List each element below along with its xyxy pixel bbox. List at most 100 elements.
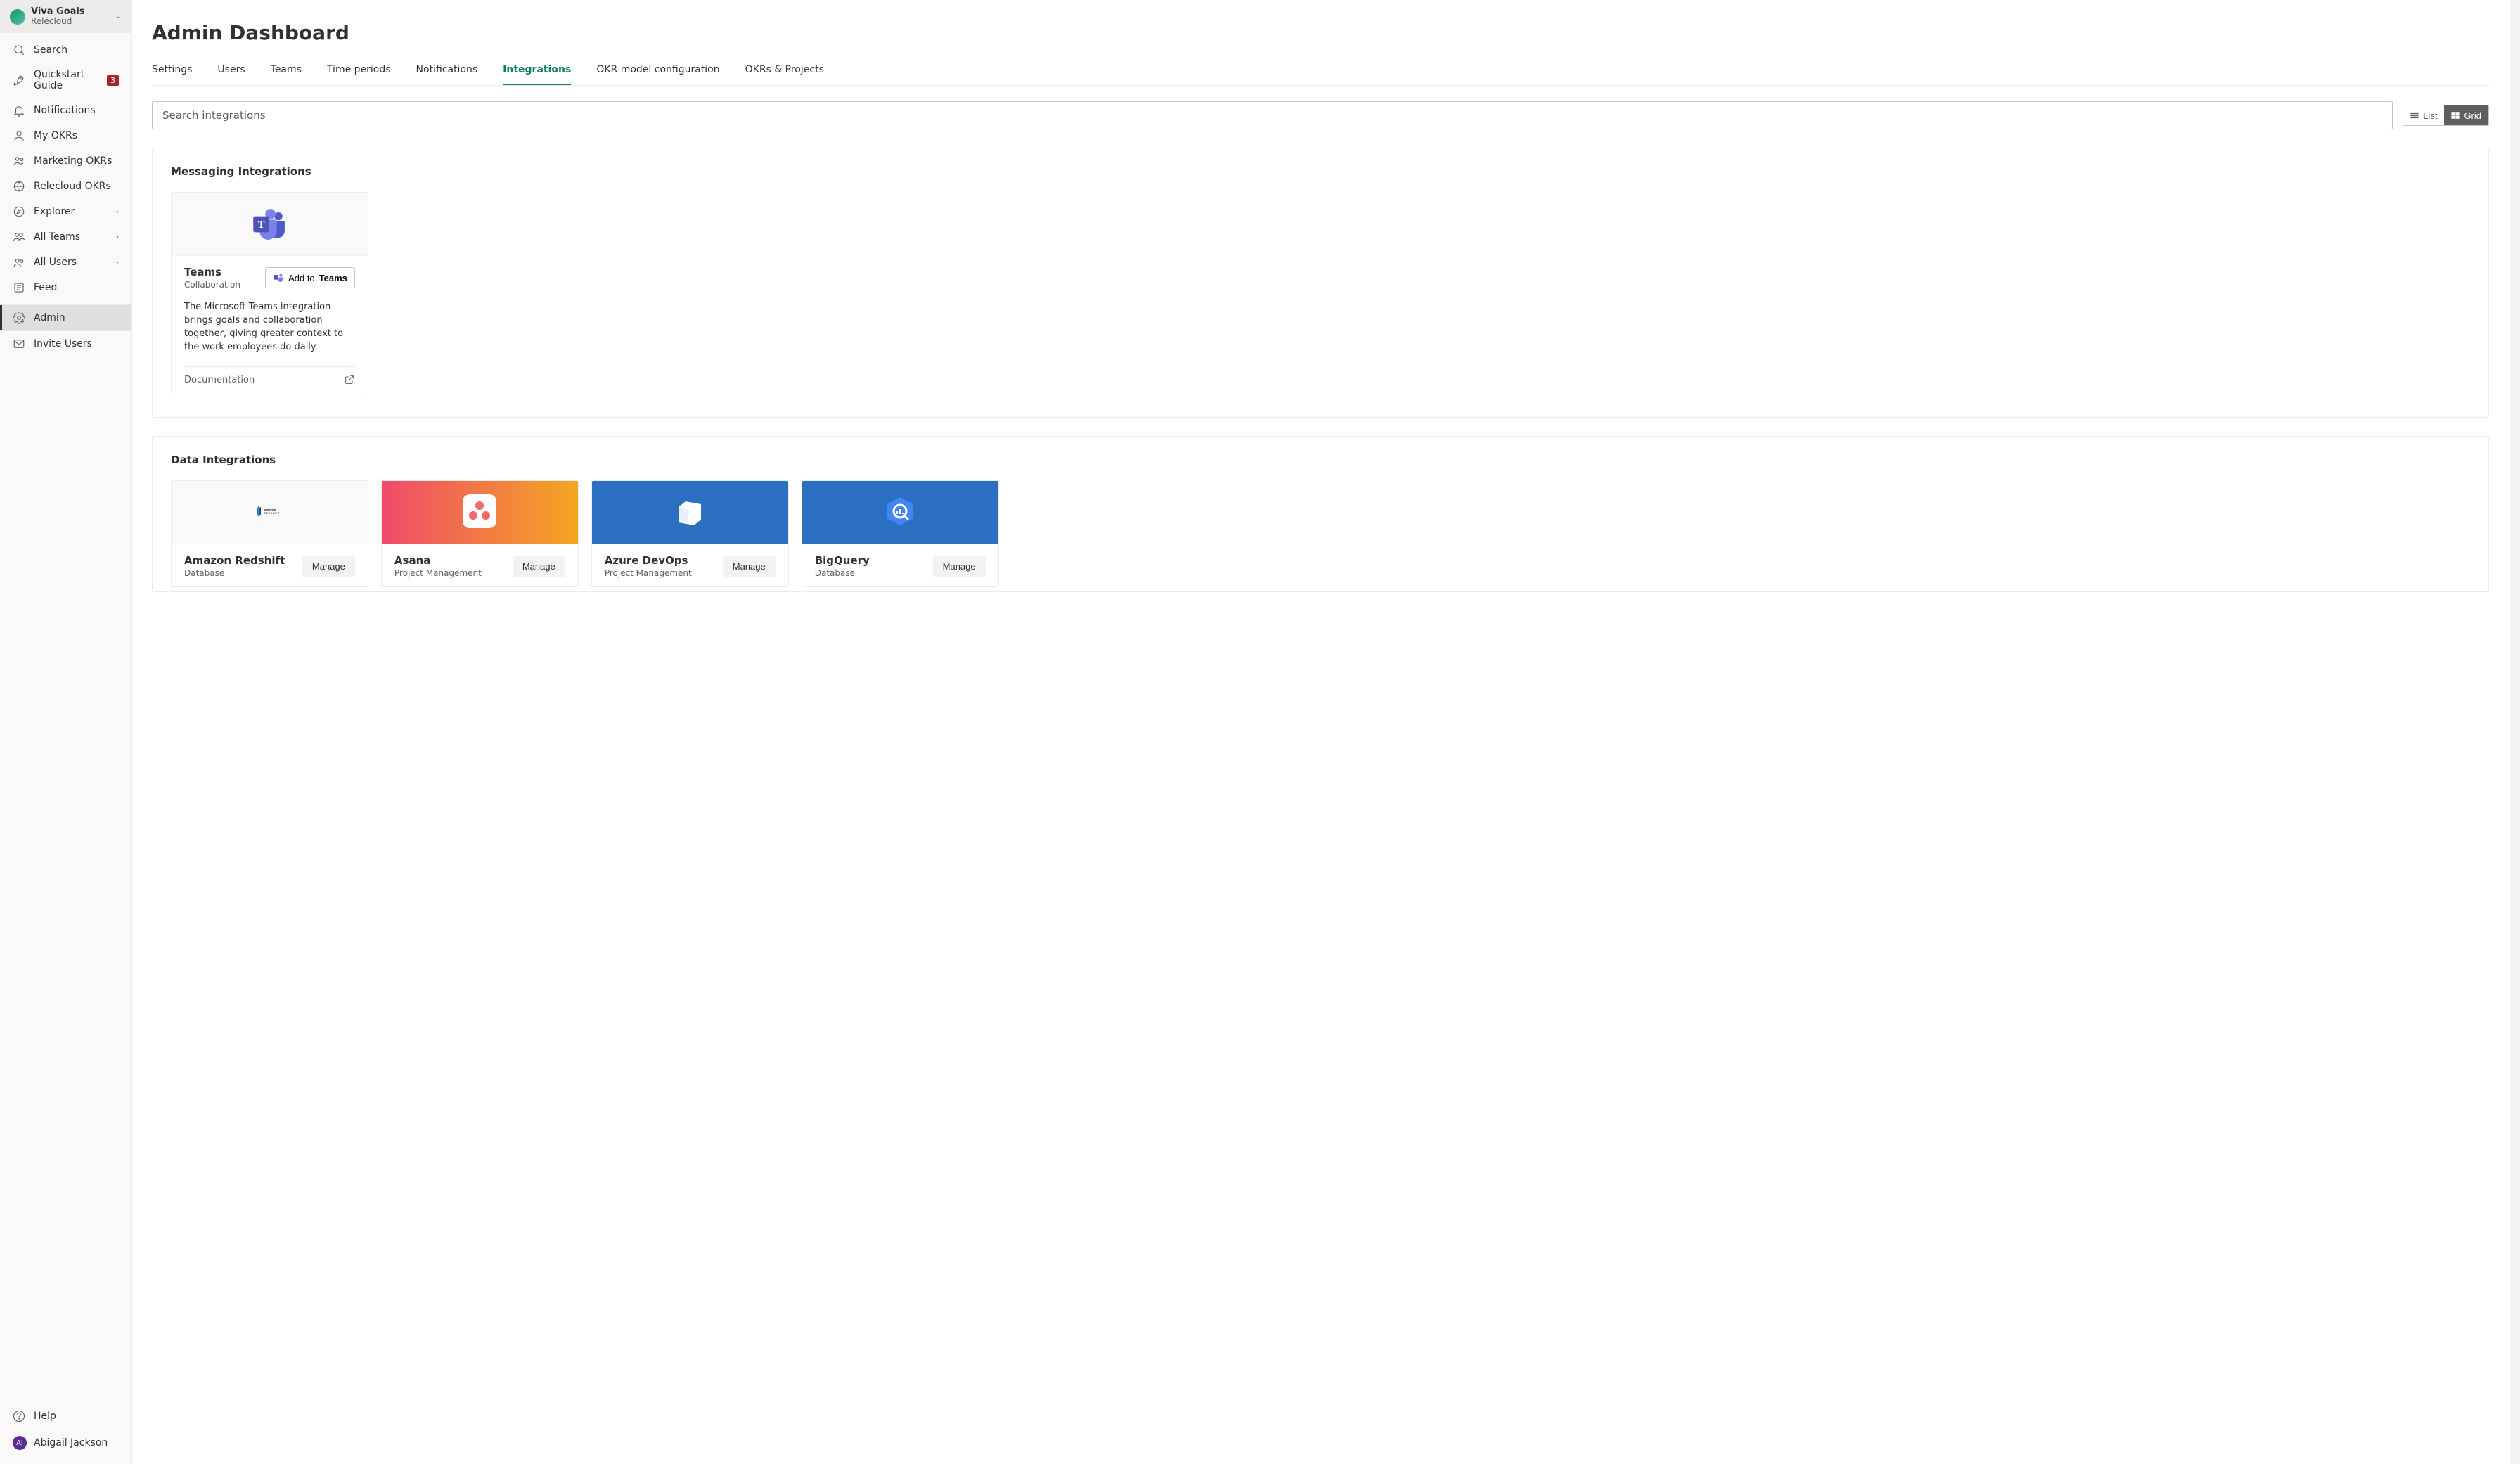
page-title: Admin Dashboard [152, 21, 2489, 44]
sidebar-footer: Help AJ Abigail Jackson [0, 1399, 131, 1464]
org-logo-icon [10, 9, 25, 25]
integration-card-bigquery: BigQueryDatabase Manage [802, 480, 999, 587]
sidebar-item-invite[interactable]: Invite Users [0, 331, 131, 357]
card-banner: T [172, 193, 368, 256]
tab-okr-model-configuration[interactable]: OKR model configuration [596, 57, 719, 85]
org-switcher[interactable]: Viva Goals Relecloud ⌄ [0, 0, 131, 33]
current-user[interactable]: AJ Abigail Jackson [0, 1429, 131, 1457]
view-list-button[interactable]: List [2403, 105, 2444, 125]
sidebar-item-my-okrs[interactable]: My OKRs [0, 123, 131, 148]
tab-settings[interactable]: Settings [152, 57, 192, 85]
bigquery-logo-icon [883, 494, 917, 531]
help-icon [13, 1410, 25, 1423]
card-description: The Microsoft Teams integration brings g… [184, 301, 355, 354]
card-title: Teams [184, 266, 240, 278]
sidebar-item-marketing-okrs[interactable]: Marketing OKRs [0, 148, 131, 174]
card-title: Asana [394, 554, 482, 567]
sidebar-item-relecloud-okrs[interactable]: Relecloud OKRs [0, 174, 131, 199]
tab-teams[interactable]: Teams [271, 57, 302, 85]
add-to-teams-button[interactable]: T Add to Teams [265, 267, 355, 288]
gear-icon [13, 312, 25, 324]
sidebar-item-label: Explorer [34, 206, 108, 217]
card-banner [592, 481, 788, 544]
scrollbar[interactable] [2510, 0, 2520, 1464]
team-icon [13, 155, 25, 167]
sidebar-item-explorer[interactable]: Explorer › [0, 199, 131, 224]
card-title: Amazon Redshift [184, 554, 285, 567]
sidebar: Viva Goals Relecloud ⌄ Search Quickstart … [0, 0, 132, 1464]
sidebar-item-search[interactable]: Search [0, 37, 131, 63]
sidebar-item-help[interactable]: Help [0, 1404, 131, 1429]
svg-text:amazon: amazon [264, 508, 276, 511]
view-grid-label: Grid [2464, 110, 2481, 121]
tab-integrations[interactable]: Integrations [503, 57, 571, 85]
card-subtitle: Project Management [394, 568, 482, 578]
avatar: AJ [13, 1436, 27, 1450]
chevron-down-icon: ⌄ [116, 13, 122, 20]
globe-icon [13, 180, 25, 193]
teams-icon [13, 231, 25, 243]
sidebar-item-notifications[interactable]: Notifications [0, 98, 131, 123]
svg-text:REDSHIFT: REDSHIFT [264, 511, 280, 515]
sidebar-item-all-teams[interactable]: All Teams› [0, 224, 131, 250]
panel-title: Data Integrations [171, 454, 2470, 466]
redshift-logo-icon: amazonREDSHIFT [252, 494, 286, 531]
sidebar-item-feed[interactable]: Feed [0, 275, 131, 300]
manage-button[interactable]: Manage [933, 556, 986, 577]
view-grid-button[interactable]: Grid [2444, 105, 2488, 125]
integration-card-asana: AsanaProject Management Manage [381, 480, 579, 587]
devops-logo-icon [673, 494, 707, 531]
org-name: Viva Goals [31, 7, 110, 17]
tab-notifications[interactable]: Notifications [416, 57, 478, 85]
card-banner: amazonREDSHIFT [172, 481, 368, 544]
sidebar-item-quickstart-guide[interactable]: Quickstart Guide 3 [0, 63, 131, 98]
org-subtitle: Relecloud [31, 17, 110, 26]
chevron-right-icon: › [116, 233, 119, 241]
teams-small-icon: T [273, 272, 284, 283]
svg-text:T: T [258, 219, 265, 230]
sidebar-item-label: Admin [34, 312, 119, 323]
sidebar-item-label: Search [34, 44, 119, 56]
sidebar-item-label: Feed [34, 282, 119, 293]
users-icon [13, 256, 25, 269]
person-icon [13, 129, 25, 142]
documentation-link[interactable]: Documentation [184, 374, 355, 385]
badge: 3 [107, 75, 119, 86]
sidebar-item-admin[interactable]: Admin [0, 305, 131, 330]
card-subtitle: Database [815, 568, 870, 578]
sidebar-item-all-users[interactable]: All Users› [0, 250, 131, 275]
main-content: Admin Dashboard Settings Users Teams Time p… [132, 0, 2510, 1464]
card-subtitle: Project Management [605, 568, 692, 578]
sidebar-item-label: Quickstart Guide [34, 69, 98, 91]
external-link-icon [344, 374, 355, 385]
sidebar-item-label: Marketing OKRs [34, 155, 119, 167]
sidebar-item-label: All Users [34, 257, 108, 268]
messaging-integrations-panel: Messaging Integrations T [152, 148, 2489, 418]
manage-button[interactable]: Manage [513, 556, 565, 577]
card-banner [802, 481, 998, 544]
card-title: Azure DevOps [605, 554, 692, 567]
sidebar-item-label: Relecloud OKRs [34, 181, 119, 192]
tab-users[interactable]: Users [217, 57, 245, 85]
controls-row: List Grid [152, 101, 2489, 129]
sidebar-nav: Search Quickstart Guide 3 Notifications My O… [0, 33, 131, 1399]
chevron-right-icon: › [116, 208, 119, 216]
teams-logo-icon: T [251, 207, 288, 241]
manage-button[interactable]: Manage [723, 556, 776, 577]
tab-okrs-projects[interactable]: OKRs & Projects [745, 57, 824, 85]
rocket-icon [13, 74, 25, 86]
search-integrations-input[interactable] [152, 101, 2393, 129]
tab-time-periods[interactable]: Time periods [327, 57, 391, 85]
search-icon [13, 44, 25, 56]
sidebar-item-label: My OKRs [34, 130, 119, 141]
integration-card-amazon-redshift: amazonREDSHIFTAmazon RedshiftDatabaseMan… [171, 480, 368, 587]
card-title: BigQuery [815, 554, 870, 567]
sidebar-item-label: Invite Users [34, 338, 119, 349]
feed-icon [13, 281, 25, 294]
mail-icon [13, 338, 25, 350]
manage-button[interactable]: Manage [302, 556, 355, 577]
integration-card-teams: T Teams Collaboration [171, 192, 368, 394]
view-list-label: List [2423, 110, 2437, 121]
integration-card-azure-devops: Azure DevOpsProject Management Manage [591, 480, 789, 587]
asana-logo-icon [463, 494, 496, 531]
